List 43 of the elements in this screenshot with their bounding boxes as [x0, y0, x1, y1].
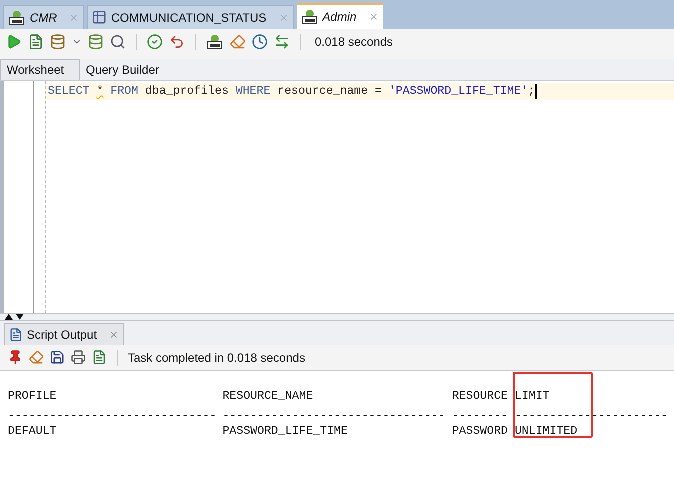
sql-file-icon — [300, 9, 319, 25]
result-cell-text: PASSWORD — [452, 424, 508, 440]
run-icon[interactable] — [6, 34, 22, 50]
editor-tab[interactable]: Worksheet — [0, 59, 80, 80]
table-icon — [92, 10, 108, 25]
result-cell-text: DEFAULT — [8, 424, 57, 440]
close-icon[interactable] — [368, 12, 379, 22]
database-icon[interactable] — [88, 34, 104, 50]
sql-statement: SELECT * FROM dba_profiles WHERE resource_name = 'PASSWORD_LIFE_TIME'; — [48, 84, 536, 100]
script-icon — [9, 328, 23, 342]
document-tab[interactable]: Admin — [296, 3, 383, 29]
column-header: LIMIT — [514, 389, 550, 405]
result-cell-text: UNLIMITED — [514, 424, 578, 440]
status-message: Task completed in 0.018 seconds — [128, 350, 306, 366]
column-separator: ------------------------------ — [8, 409, 217, 423]
search-icon[interactable] — [110, 34, 126, 50]
column-separator: -------- — [452, 409, 508, 423]
splitter-arrows-icon[interactable] — [4, 314, 26, 320]
column-separator: ---------------------- — [514, 409, 668, 423]
tab-label: Script Output — [27, 326, 98, 344]
tab-label: CMR — [30, 10, 58, 26]
document-tab[interactable]: CMR — [3, 5, 84, 29]
column-header: RESOURCE_NAME — [222, 389, 314, 405]
elapsed-time: 0.018 seconds — [315, 34, 394, 51]
clock-icon[interactable] — [252, 34, 268, 50]
close-icon[interactable] — [109, 330, 120, 340]
sql-file-icon — [206, 34, 224, 50]
eraser-icon[interactable] — [230, 34, 246, 50]
editor-tab[interactable]: Query Builder — [80, 59, 166, 80]
tab-label: Admin — [322, 9, 357, 26]
print-icon[interactable] — [71, 350, 86, 365]
sql-file-icon — [8, 10, 26, 26]
tab-label: COMMUNICATION_STATUS — [111, 10, 267, 26]
save-icon[interactable] — [50, 350, 65, 365]
column-header: RESOURCE — [452, 389, 508, 405]
output-tab[interactable]: Script Output — [4, 323, 124, 345]
eraser-icon[interactable] — [29, 350, 44, 365]
database-icon[interactable] — [50, 34, 66, 50]
document-tab[interactable]: COMMUNICATION_STATUS — [87, 5, 294, 29]
column-separator: -------------------------------- — [222, 409, 446, 423]
column-header: PROFILE — [8, 389, 57, 405]
pin-icon[interactable] — [8, 350, 23, 365]
result-cell-text: PASSWORD_LIFE_TIME — [222, 424, 348, 440]
